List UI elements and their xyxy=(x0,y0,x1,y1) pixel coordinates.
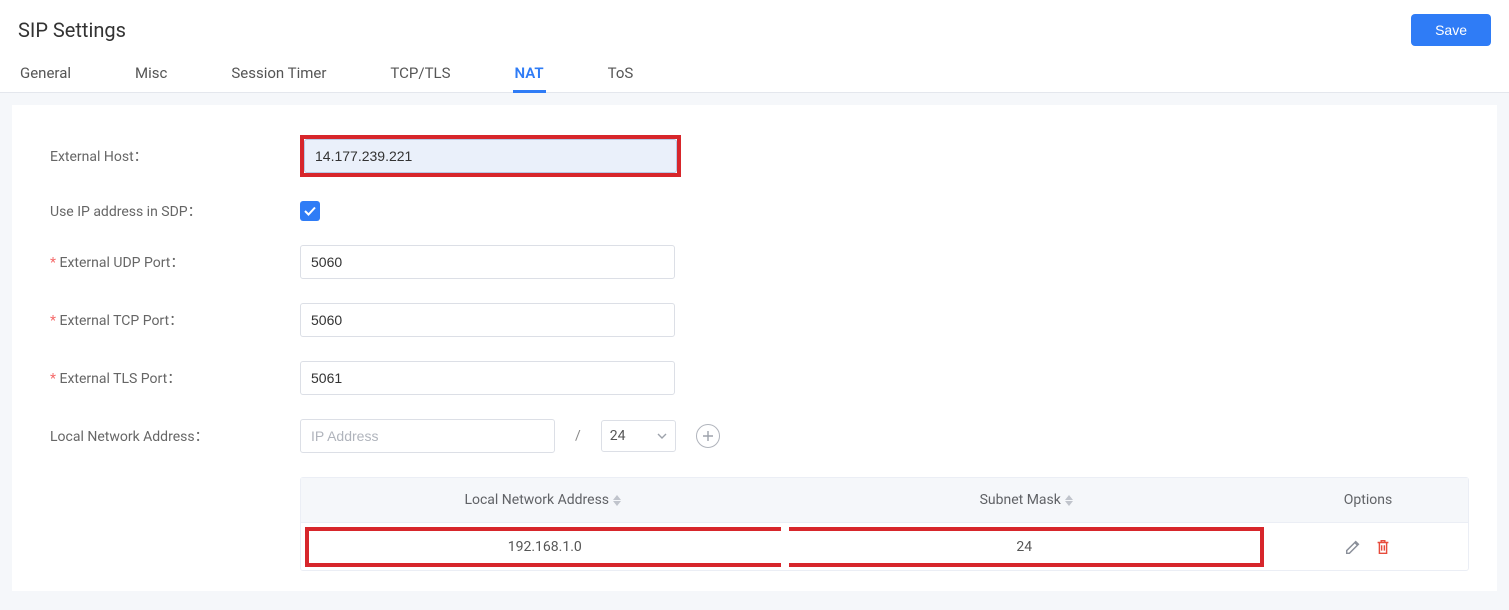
edit-button[interactable] xyxy=(1344,538,1362,556)
external-host-label: External Host： xyxy=(40,146,300,166)
edit-icon xyxy=(1344,538,1362,556)
row-mask-highlight: 24 xyxy=(789,527,1265,567)
table-row: 192.168.1.0 24 xyxy=(301,522,1468,570)
row-addr-value: 192.168.1.0 xyxy=(309,539,781,555)
trash-icon xyxy=(1374,538,1392,556)
subnet-value: 24 xyxy=(610,428,626,444)
tab-tos[interactable]: ToS xyxy=(606,54,636,92)
table-header-row: Local Network Address Subnet Mask Option… xyxy=(301,478,1468,522)
sort-icon[interactable] xyxy=(1065,495,1073,506)
tabs-bar: General Misc Session Timer TCP/TLS NAT T… xyxy=(0,54,1509,93)
use-ip-sdp-checkbox[interactable] xyxy=(300,201,320,221)
local-net-table: Local Network Address Subnet Mask Option… xyxy=(300,477,1469,571)
local-net-ip-input[interactable] xyxy=(300,419,555,453)
col-addr-header[interactable]: Local Network Address xyxy=(464,492,609,508)
ext-udp-label: External UDP Port： xyxy=(40,252,300,272)
local-net-label: Local Network Address： xyxy=(40,426,300,446)
ext-udp-input[interactable] xyxy=(300,245,675,279)
page-title: SIP Settings xyxy=(18,18,126,42)
subnet-select[interactable]: 24 xyxy=(601,420,676,452)
tab-nat[interactable]: NAT xyxy=(513,54,546,92)
tab-tcp-tls[interactable]: TCP/TLS xyxy=(388,54,452,92)
ext-tcp-input[interactable] xyxy=(300,303,675,337)
external-host-input[interactable] xyxy=(304,139,677,173)
check-icon xyxy=(304,205,316,217)
row-mask-value: 24 xyxy=(789,539,1261,555)
external-host-highlight xyxy=(300,135,681,177)
sort-icon[interactable] xyxy=(613,495,621,506)
row-addr-highlight: 192.168.1.0 xyxy=(305,527,781,567)
delete-button[interactable] xyxy=(1374,538,1392,556)
tab-general[interactable]: General xyxy=(18,54,73,92)
add-local-net-button[interactable] xyxy=(696,424,720,448)
col-opts-header: Options xyxy=(1344,492,1392,508)
tab-session-timer[interactable]: Session Timer xyxy=(229,54,328,92)
slash-separator: / xyxy=(565,428,591,444)
save-button[interactable]: Save xyxy=(1411,14,1491,46)
col-mask-header[interactable]: Subnet Mask xyxy=(980,492,1061,508)
plus-icon xyxy=(702,430,714,442)
chevron-down-icon xyxy=(657,433,667,439)
ext-tls-input[interactable] xyxy=(300,361,675,395)
ext-tls-label: External TLS Port： xyxy=(40,368,300,388)
tab-misc[interactable]: Misc xyxy=(133,54,169,92)
ext-tcp-label: External TCP Port： xyxy=(40,310,300,330)
use-ip-sdp-label: Use IP address in SDP： xyxy=(40,201,300,221)
form-panel: External Host： Use IP address in SDP： Ex… xyxy=(12,105,1497,591)
